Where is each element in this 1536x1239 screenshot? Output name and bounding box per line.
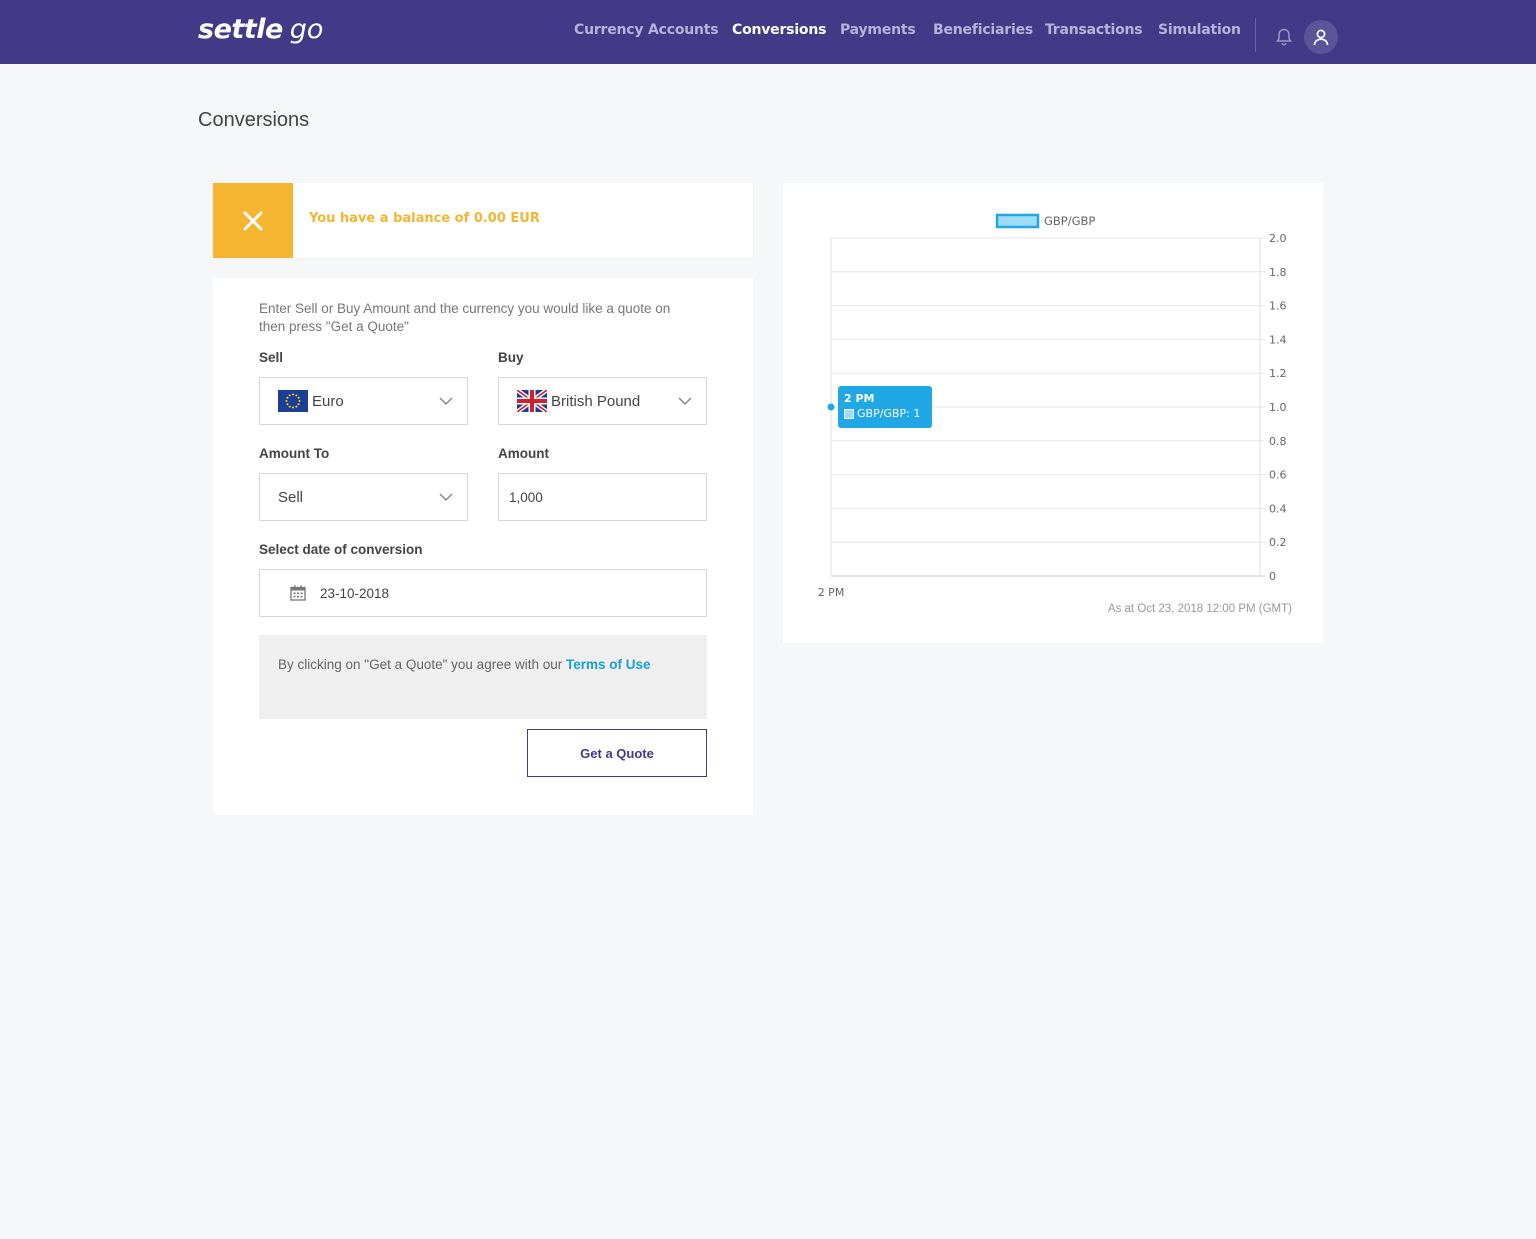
nav-beneficiaries[interactable]: Beneficiaries bbox=[933, 22, 1033, 38]
nav-payments[interactable]: Payments bbox=[840, 22, 916, 38]
balance-amount: 0.00 EUR bbox=[473, 211, 540, 226]
nav-simulation[interactable]: Simulation bbox=[1158, 22, 1241, 38]
bell-icon[interactable] bbox=[1274, 27, 1294, 47]
amount-input[interactable]: 1,000 bbox=[498, 473, 707, 521]
calendar-icon bbox=[290, 585, 306, 601]
legend-swatch bbox=[995, 213, 1040, 229]
amount-to-value: Sell bbox=[278, 488, 304, 506]
y-tick-label: 0 bbox=[1269, 570, 1276, 583]
page-title: Conversions bbox=[198, 109, 310, 131]
y-tick-label: 0.6 bbox=[1269, 469, 1287, 482]
y-tick-label: 0.2 bbox=[1269, 536, 1287, 549]
logo[interactable]: settle go bbox=[198, 14, 323, 50]
nav-divider bbox=[1255, 18, 1256, 52]
terms-of-use-link[interactable]: Terms of Use bbox=[566, 657, 651, 672]
x-tick-label: 2 PM bbox=[818, 586, 845, 599]
amount-to-label: Amount To bbox=[259, 446, 330, 461]
uk-flag-icon bbox=[515, 388, 549, 414]
chevron-down-icon bbox=[678, 397, 692, 406]
date-label: Select date of conversion bbox=[259, 542, 423, 557]
amount-value: 1,000 bbox=[509, 489, 543, 505]
buy-currency-select[interactable]: British Pound bbox=[498, 377, 707, 425]
tooltip-title: 2 PM bbox=[844, 392, 875, 405]
buy-label: Buy bbox=[498, 350, 524, 365]
close-icon[interactable] bbox=[213, 183, 293, 258]
legend-label: GBP/GBP bbox=[1044, 214, 1095, 228]
date-picker[interactable]: 23-10-2018 bbox=[259, 569, 707, 617]
logo-bold: settle bbox=[198, 14, 283, 45]
buy-currency-value: British Pound bbox=[551, 392, 641, 410]
data-point bbox=[827, 403, 835, 411]
nav-currency-accounts[interactable]: Currency Accounts bbox=[574, 22, 719, 38]
y-tick-label: 1.8 bbox=[1269, 266, 1287, 279]
balance-alert: You have a balance of 0.00 EUR bbox=[213, 183, 753, 258]
chart-timestamp: As at Oct 23, 2018 12:00 PM (GMT) bbox=[1107, 603, 1292, 615]
y-tick-label: 1.2 bbox=[1269, 367, 1287, 380]
conversion-form: Enter Sell or Buy Amount and the currenc… bbox=[213, 278, 753, 815]
get-quote-button[interactable]: Get a Quote bbox=[527, 729, 707, 777]
chevron-down-icon bbox=[439, 397, 453, 406]
balance-prefix: You have a balance of bbox=[309, 211, 474, 226]
chevron-down-icon bbox=[439, 493, 453, 502]
y-tick-label: 1.0 bbox=[1269, 401, 1287, 414]
tooltip-label: GBP/GBP: 1 bbox=[857, 407, 921, 420]
y-tick-label: 2.0 bbox=[1269, 232, 1287, 245]
eu-flag-icon bbox=[278, 390, 308, 412]
chart-tooltip: 2 PM GBP/GBP: 1 bbox=[838, 386, 932, 428]
y-tick-label: 0.8 bbox=[1269, 435, 1287, 448]
nav-conversions[interactable]: Conversions bbox=[732, 22, 826, 38]
logo-light: go bbox=[289, 14, 324, 45]
date-value: 23-10-2018 bbox=[320, 585, 390, 601]
balance-message: You have a balance of 0.00 EUR bbox=[309, 211, 540, 226]
form-instructions: Enter Sell or Buy Amount and the currenc… bbox=[259, 301, 671, 334]
sell-label: Sell bbox=[259, 350, 284, 365]
sell-currency-value: Euro bbox=[312, 392, 344, 410]
amount-label: Amount bbox=[498, 446, 549, 461]
y-tick-label: 0.4 bbox=[1269, 502, 1287, 515]
tooltip-swatch bbox=[844, 408, 854, 419]
terms-text: By clicking on "Get a Quote" you agree w… bbox=[278, 657, 566, 672]
y-tick-label: 1.4 bbox=[1269, 333, 1287, 346]
user-icon bbox=[1313, 29, 1329, 46]
user-avatar[interactable] bbox=[1304, 20, 1338, 54]
y-tick-label: 1.6 bbox=[1269, 300, 1287, 313]
nav-transactions[interactable]: Transactions bbox=[1045, 22, 1143, 38]
rate-chart: 0 0.2 0.4 0.6 0.8 1.0 1.2 1.4 1.6 1.8 2.0 2 PM GBP/G… bbox=[783, 183, 1323, 643]
sell-currency-select[interactable]: Euro bbox=[259, 377, 468, 425]
terms-notice: By clicking on "Get a Quote" you agree w… bbox=[259, 635, 707, 719]
top-navbar: settle go Currency Accounts Conversions … bbox=[0, 0, 1536, 64]
amount-to-select[interactable]: Sell bbox=[259, 473, 468, 521]
